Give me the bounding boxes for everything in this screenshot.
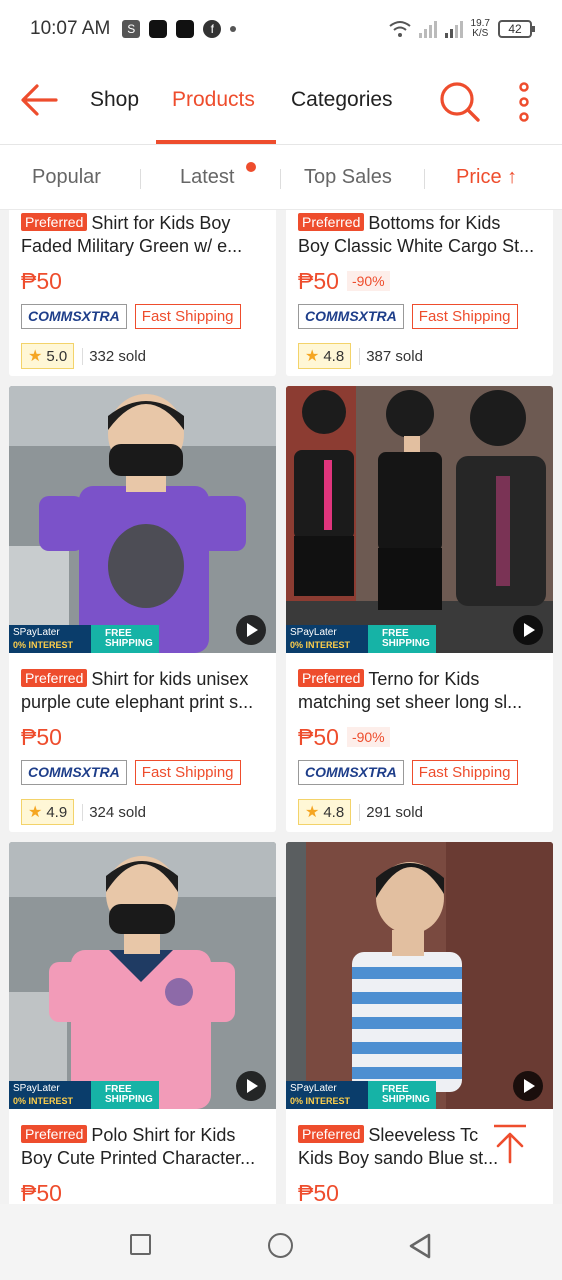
divider — [424, 169, 425, 189]
product-title: Preferred Polo Shirt for Kids Boy Cute Pr… — [21, 1125, 256, 1168]
free-shipping-badge: FREE SHIPPING — [368, 625, 436, 653]
facebook-icon: f — [203, 20, 222, 38]
product-rating: ★ 4.9 324 sold — [21, 799, 264, 825]
product-price: ₱50 — [21, 1179, 62, 1205]
divider — [140, 169, 141, 189]
net-speed: 19.7 K/S — [470, 18, 490, 39]
product-image[interactable]: SPayLater 0% INTEREST FREE SHIPPING — [286, 386, 553, 653]
star-icon: ★ — [305, 804, 320, 821]
back-to-top-icon[interactable] — [488, 1122, 532, 1166]
preferred-badge: Preferred — [298, 669, 365, 687]
more-notifications-dot-icon — [230, 26, 237, 32]
spaylater-badge: SPayLater 0% INTEREST — [286, 1081, 368, 1109]
sort-top-sales[interactable]: Top Sales — [304, 166, 392, 189]
sold-count: 332 sold — [82, 347, 146, 365]
play-icon[interactable] — [236, 615, 266, 645]
new-indicator-dot — [246, 162, 256, 172]
product-photo — [9, 842, 276, 1109]
product-card[interactable]: SPayLater 0% INTEREST FREE SHIPPING Prefer… — [9, 386, 276, 832]
free-shipping-badge: FREE SHIPPING — [91, 625, 159, 653]
preferred-badge: Preferred — [298, 213, 365, 231]
sold-count: 387 sold — [359, 347, 423, 365]
free-shipping-badge: FREE SHIPPING — [91, 1081, 159, 1109]
divider — [280, 169, 281, 189]
shopee-notification-icon: S — [122, 20, 141, 38]
product-card[interactable]: SPayLater 0% INTEREST FREE SHIPPING Prefer… — [9, 842, 276, 1204]
sold-count: 291 sold — [359, 803, 423, 821]
preferred-badge: Preferred — [21, 213, 88, 231]
tab-products[interactable]: Products — [172, 88, 255, 112]
preferred-badge: Preferred — [21, 1125, 88, 1143]
sort-bar: Popular Latest Top Sales Price ↑ — [0, 144, 562, 210]
app-notification-icon — [176, 20, 195, 38]
app-notification-icon — [149, 20, 168, 38]
spaylater-badge: SPayLater 0% INTEREST — [9, 1081, 91, 1109]
home-circle-icon[interactable] — [268, 1233, 293, 1258]
tab-shop[interactable]: Shop — [90, 88, 139, 112]
recents-square-icon[interactable] — [130, 1234, 151, 1255]
spaylater-badge: SPayLater 0% INTEREST — [286, 625, 368, 653]
sort-price[interactable]: Price ↑ — [456, 166, 517, 189]
product-image[interactable]: SPayLater 0% INTEREST FREE SHIPPING — [286, 842, 553, 1109]
fast-shipping-tag: Fast Shipping — [411, 760, 518, 785]
back-triangle-icon[interactable] — [408, 1232, 432, 1260]
discount-badge: -90% — [346, 727, 390, 747]
product-price: ₱50 -90% — [298, 267, 541, 295]
product-grid: Preferred Shirt for Kids Boy Faded Milita… — [0, 210, 562, 1204]
product-title: Preferred Shirt for Kids Boy Faded Milita… — [21, 213, 243, 256]
preferred-badge: Preferred — [298, 1125, 365, 1143]
preferred-badge: Preferred — [21, 669, 88, 687]
more-vertical-icon[interactable] — [514, 82, 534, 122]
star-icon: ★ — [305, 348, 320, 365]
sort-popular[interactable]: Popular — [32, 166, 101, 189]
product-photo — [286, 842, 553, 1109]
free-shipping-badge: FREE SHIPPING — [368, 1081, 436, 1109]
product-photo — [9, 386, 276, 653]
product-card[interactable]: Preferred Shirt for Kids Boy Faded Milita… — [9, 210, 276, 376]
play-icon[interactable] — [513, 615, 543, 645]
product-card[interactable]: Preferred Bottoms for Kids Boy Classic Wh… — [286, 210, 553, 376]
shop-header: Shop Products Categories — [0, 58, 562, 144]
fast-shipping-tag: Fast Shipping — [134, 760, 241, 785]
spaylater-badge: SPayLater 0% INTEREST — [9, 625, 91, 653]
back-arrow-icon[interactable] — [20, 82, 60, 118]
product-price: ₱50 -90% — [298, 723, 541, 751]
sold-count: 324 sold — [82, 803, 146, 821]
status-bar: 10:07 AM S f 19.7 K/S 42 — [0, 0, 562, 58]
product-title: Preferred Shirt for kids unisex purple cu… — [21, 669, 254, 712]
comms-xtra-tag: COMMSXTRA — [21, 304, 127, 329]
battery-icon: 42 — [498, 20, 535, 38]
product-rating: ★ 5.0 332 sold — [21, 343, 264, 369]
play-icon[interactable] — [236, 1071, 266, 1101]
product-image[interactable]: SPayLater 0% INTEREST FREE SHIPPING — [9, 842, 276, 1109]
signal-2-icon — [444, 20, 463, 38]
fast-shipping-tag: Fast Shipping — [134, 304, 241, 329]
signal-1-icon — [418, 20, 437, 38]
wifi-icon — [388, 21, 411, 37]
product-photo — [286, 386, 553, 653]
product-image[interactable]: SPayLater 0% INTEREST FREE SHIPPING — [9, 386, 276, 653]
star-icon: ★ — [28, 348, 43, 365]
comms-xtra-tag: COMMSXTRA — [21, 760, 127, 785]
fast-shipping-tag: Fast Shipping — [411, 304, 518, 329]
product-rating: ★ 4.8 387 sold — [298, 343, 541, 369]
product-card[interactable]: SPayLater 0% INTEREST FREE SHIPPING Prefer… — [286, 386, 553, 832]
system-navigation-bar — [0, 1204, 562, 1280]
product-price: ₱50 — [21, 723, 62, 750]
search-icon[interactable] — [438, 80, 482, 124]
tab-categories[interactable]: Categories — [291, 88, 393, 112]
comms-xtra-tag: COMMSXTRA — [298, 304, 404, 329]
play-icon[interactable] — [513, 1071, 543, 1101]
product-title: Preferred Terno for Kids matching set she… — [298, 669, 523, 712]
status-time: 10:07 AM — [30, 18, 111, 39]
product-title: Preferred Bottoms for Kids Boy Classic Wh… — [298, 213, 535, 256]
product-price: ₱50 — [21, 267, 62, 294]
product-price: ₱50 — [298, 1179, 339, 1205]
star-icon: ★ — [28, 804, 43, 821]
sort-latest[interactable]: Latest — [180, 166, 234, 189]
discount-badge: -90% — [346, 271, 390, 291]
product-rating: ★ 4.8 291 sold — [298, 799, 541, 825]
comms-xtra-tag: COMMSXTRA — [298, 760, 404, 785]
